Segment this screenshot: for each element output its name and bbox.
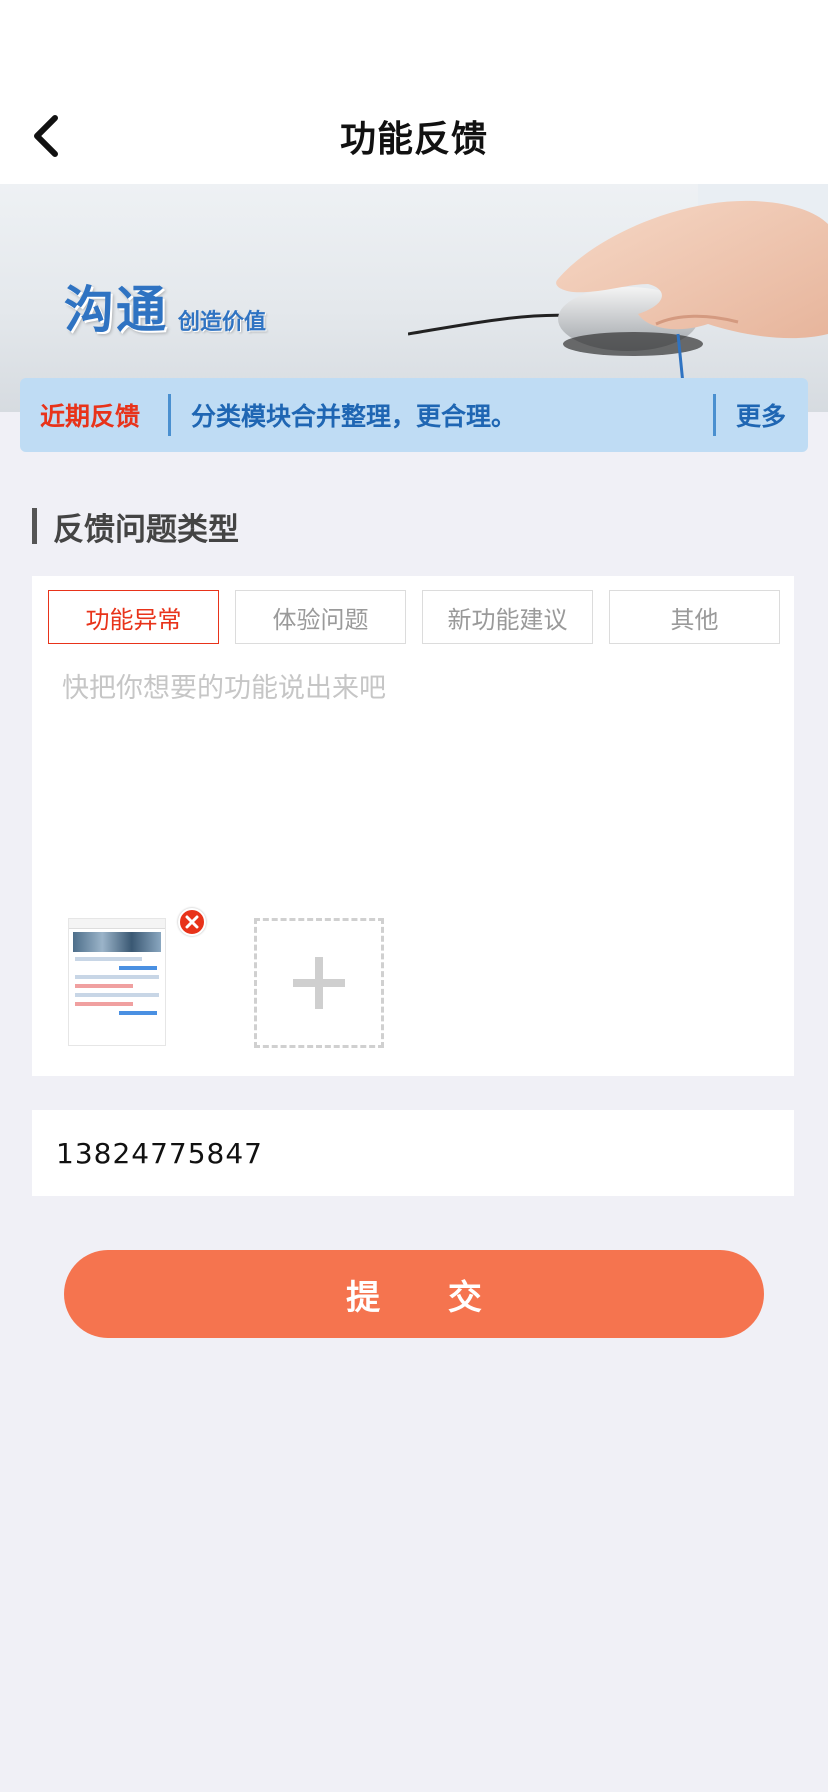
section-marker xyxy=(32,508,37,544)
recent-feedback-text[interactable]: 分类模块合并整理，更合理。 xyxy=(171,397,713,433)
tab-experience-issue[interactable]: 体验问题 xyxy=(235,590,406,644)
submit-button[interactable]: 提 交 xyxy=(64,1250,764,1338)
remove-attachment-button[interactable] xyxy=(178,908,206,936)
attachment-thumbnail[interactable] xyxy=(68,918,166,1046)
feedback-card: 功能异常 体验问题 新功能建议 其他 xyxy=(32,576,794,1076)
phone-input[interactable] xyxy=(32,1110,794,1196)
status-bar xyxy=(0,0,828,88)
tab-function-error[interactable]: 功能异常 xyxy=(48,590,219,644)
more-link[interactable]: 更多 xyxy=(716,397,808,433)
banner-logo-main: 沟通 xyxy=(64,281,168,339)
section-title: 反馈问题类型 xyxy=(32,508,239,548)
feedback-type-tabs: 功能异常 体验问题 新功能建议 其他 xyxy=(48,590,780,644)
back-button[interactable] xyxy=(18,108,74,164)
recent-feedback-label: 近期反馈 xyxy=(40,402,141,431)
add-attachment-button[interactable] xyxy=(254,918,384,1048)
page-title: 功能反馈 xyxy=(339,119,488,160)
feedback-textarea[interactable] xyxy=(62,666,762,866)
close-circle-icon xyxy=(185,915,199,929)
tab-other[interactable]: 其他 xyxy=(609,590,780,644)
banner-logo-sub: 创造价值 xyxy=(178,310,267,335)
tab-new-feature[interactable]: 新功能建议 xyxy=(422,590,593,644)
phone-field-container xyxy=(32,1110,794,1196)
recent-feedback-bar: 近期反馈 分类模块合并整理，更合理。 更多 xyxy=(20,378,808,452)
nav-bar: 功能反馈 xyxy=(0,88,828,184)
banner-logo: 沟通 创造价值 xyxy=(64,270,266,342)
section-title-text: 反馈问题类型 xyxy=(53,511,239,548)
chevron-left-icon xyxy=(34,115,58,157)
plus-icon xyxy=(293,957,345,1009)
